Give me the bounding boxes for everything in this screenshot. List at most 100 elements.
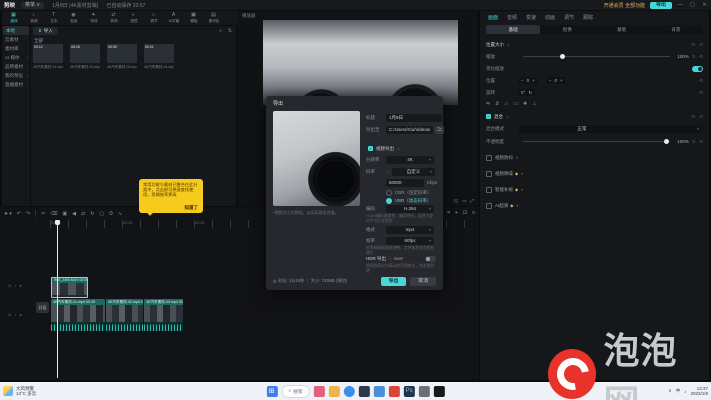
ai-upscale-section[interactable]: AI超清 ◆ ▾	[486, 201, 703, 210]
media-clip-thumbnail[interactable]: 00:12	[33, 44, 63, 63]
frame-interpolation-checkbox[interactable]	[486, 187, 492, 193]
mute-track-icon[interactable]: ♪	[14, 283, 16, 288]
mute-track-icon[interactable]: ♪	[14, 312, 16, 317]
maximize-icon[interactable]: ▢	[689, 2, 696, 8]
resolution-dropdown[interactable]: 4K ▾	[386, 156, 434, 164]
reset-icon[interactable]: ⟲	[699, 139, 703, 145]
mirror-icon[interactable]: ⇄	[81, 211, 85, 217]
reset-icon[interactable]: ⟲	[699, 78, 703, 84]
subtab-background[interactable]: 背景	[649, 25, 703, 34]
subtab-mask[interactable]: 蒙版	[595, 25, 649, 34]
media-clip-thumbnail[interactable]: 00:18	[70, 44, 100, 63]
audio-tool-icon[interactable]: ∿	[118, 211, 122, 217]
frame-interpolation-section[interactable]: 智能补帧 ◆ ▾	[486, 185, 703, 194]
select-tool-icon[interactable]: ➤	[4, 211, 8, 217]
export-button-top[interactable]: 导出	[650, 2, 672, 9]
reset-icon[interactable]: ⟲	[699, 90, 703, 96]
title-input[interactable]	[386, 114, 442, 122]
stabilize-checkbox[interactable]	[486, 155, 492, 161]
slider-knob[interactable]	[560, 54, 565, 59]
tab-transitions[interactable]: ⇄转场	[104, 13, 123, 23]
delete-icon[interactable]: ⌫	[50, 211, 57, 217]
tab-templates[interactable]: ▣模板	[184, 13, 203, 23]
search-icon[interactable]: ⌕	[219, 28, 222, 34]
stepper-icon[interactable]: ⇅	[692, 54, 695, 59]
tab-ai-captions[interactable]: AAI字幕	[164, 13, 183, 23]
reset-icon[interactable]: ⟲	[699, 54, 703, 60]
tab-text[interactable]: T文本	[44, 13, 63, 23]
subtab-basic[interactable]: 基础	[486, 25, 540, 34]
track-height-icon[interactable]: ≡	[472, 210, 475, 216]
uniform-scale-toggle[interactable]	[692, 66, 703, 72]
opacity-slider[interactable]	[523, 141, 670, 143]
bitrate-input[interactable]	[386, 179, 424, 187]
taskbar-app-settings[interactable]	[419, 386, 430, 397]
minus-icon[interactable]: −	[549, 78, 552, 83]
magnet-icon[interactable]: ⌗	[447, 210, 450, 216]
plus-icon[interactable]: +	[560, 78, 563, 83]
hide-track-icon[interactable]: ⊘	[8, 312, 11, 317]
reset-icon[interactable]: ⟲	[691, 114, 695, 120]
stepper-icon[interactable]: ⇅	[692, 139, 695, 144]
redo-icon[interactable]: ↺	[699, 42, 703, 48]
blend-checkbox[interactable]: ✓	[486, 114, 491, 119]
taskbar-search[interactable]: ⌕ 搜索	[281, 385, 309, 398]
flip-horizontal-icon[interactable]: ⇋	[486, 101, 490, 107]
folder-browse-icon[interactable]: 🗀	[435, 126, 444, 134]
taskbar-app-explorer[interactable]	[329, 386, 340, 397]
sidebar-item-ai-media[interactable]: AI 媒体›	[2, 53, 30, 62]
subtab-cutout[interactable]: 抠像	[540, 25, 594, 34]
menu-button[interactable]: 菜单 ∨	[21, 2, 44, 9]
lock-track-icon[interactable]: ●	[19, 312, 21, 317]
transform-section-header[interactable]: 位置大小 ∨ ⟲ ↺	[486, 40, 703, 49]
sidebar-item-brand[interactable]: 品牌素材›	[2, 62, 30, 71]
import-button[interactable]: ⬇导入	[33, 27, 58, 35]
media-clip-thumbnail[interactable]: 00:21	[144, 44, 174, 63]
position-x-stepper[interactable]: − 0 +	[518, 77, 538, 84]
playhead[interactable]	[57, 220, 58, 378]
taskbar-app-widgets[interactable]	[314, 386, 325, 397]
tab-audio[interactable]: ♪音频	[24, 13, 43, 23]
tab-media[interactable]: ▦媒体	[4, 13, 23, 23]
tab-sticker[interactable]: ◉贴纸	[64, 13, 83, 23]
main-track-clip[interactable]: 4K汽车素材-02.mp4 00:18	[106, 299, 143, 331]
sidebar-item-cloud[interactable]: 云素材	[2, 35, 30, 44]
crop-icon[interactable]: ▭	[513, 101, 518, 107]
plus-icon[interactable]: +	[532, 78, 535, 83]
redo-icon[interactable]: ↷	[26, 211, 30, 217]
sidebar-item-live[interactable]: 直播素材›	[2, 80, 30, 89]
tab-effects[interactable]: ✦特效	[84, 13, 103, 23]
export-confirm-button[interactable]: 导出	[381, 277, 407, 286]
quality-icon[interactable]: ◱	[454, 198, 458, 204]
taskbar-app-photos[interactable]	[359, 386, 370, 397]
select-tool-caret-icon[interactable]: ▾	[9, 211, 12, 217]
reset-icon[interactable]: ⟲	[691, 42, 695, 48]
video-export-row[interactable]: ✓ 视频导出 ∨	[368, 144, 400, 153]
taskbar-app-edge[interactable]	[344, 386, 355, 397]
codec-dropdown[interactable]: H.264 ▾	[386, 205, 434, 213]
sidebar-item-library[interactable]: 素材库	[2, 44, 30, 53]
tab-audio-props[interactable]: 音频	[507, 14, 517, 21]
sort-icon[interactable]: ⇅	[228, 28, 232, 34]
denoise-section[interactable]: 视频降噪 ◆ ▾	[486, 169, 703, 178]
cover-button[interactable]: 封面	[36, 302, 49, 313]
main-track-clip[interactable]: 4K汽车素材-01.mp4 00:25	[51, 299, 105, 331]
ai-upscale-checkbox[interactable]	[486, 203, 492, 209]
rotate-icon[interactable]: ↻	[528, 90, 532, 96]
taskbar-app-store[interactable]	[374, 386, 385, 397]
speed-icon[interactable]: ⏱	[109, 211, 113, 217]
weather-widget[interactable]: 大风预警 13°C 多云	[3, 386, 36, 396]
tab-adjust[interactable]: ☼调节	[144, 13, 163, 23]
lock-track-icon[interactable]: ●	[19, 283, 21, 288]
ratio-icon[interactable]: ▭	[462, 198, 466, 204]
start-button[interactable]: ⊞	[266, 386, 277, 397]
undo-icon[interactable]: ↶	[17, 211, 21, 217]
tab-tracking[interactable]: 跟踪	[583, 14, 593, 21]
bitrate-mode-dropdown[interactable]: 自定义 ▾	[392, 168, 435, 176]
flip-vertical-icon[interactable]: ⇵	[495, 101, 499, 107]
minus-icon[interactable]: −	[521, 78, 524, 83]
slider-knob[interactable]	[664, 139, 669, 144]
fullscreen-icon[interactable]: ⤢	[470, 198, 474, 204]
tab-animation[interactable]: 动画	[545, 14, 555, 21]
tab-filters[interactable]: ◐滤镜	[124, 13, 143, 23]
